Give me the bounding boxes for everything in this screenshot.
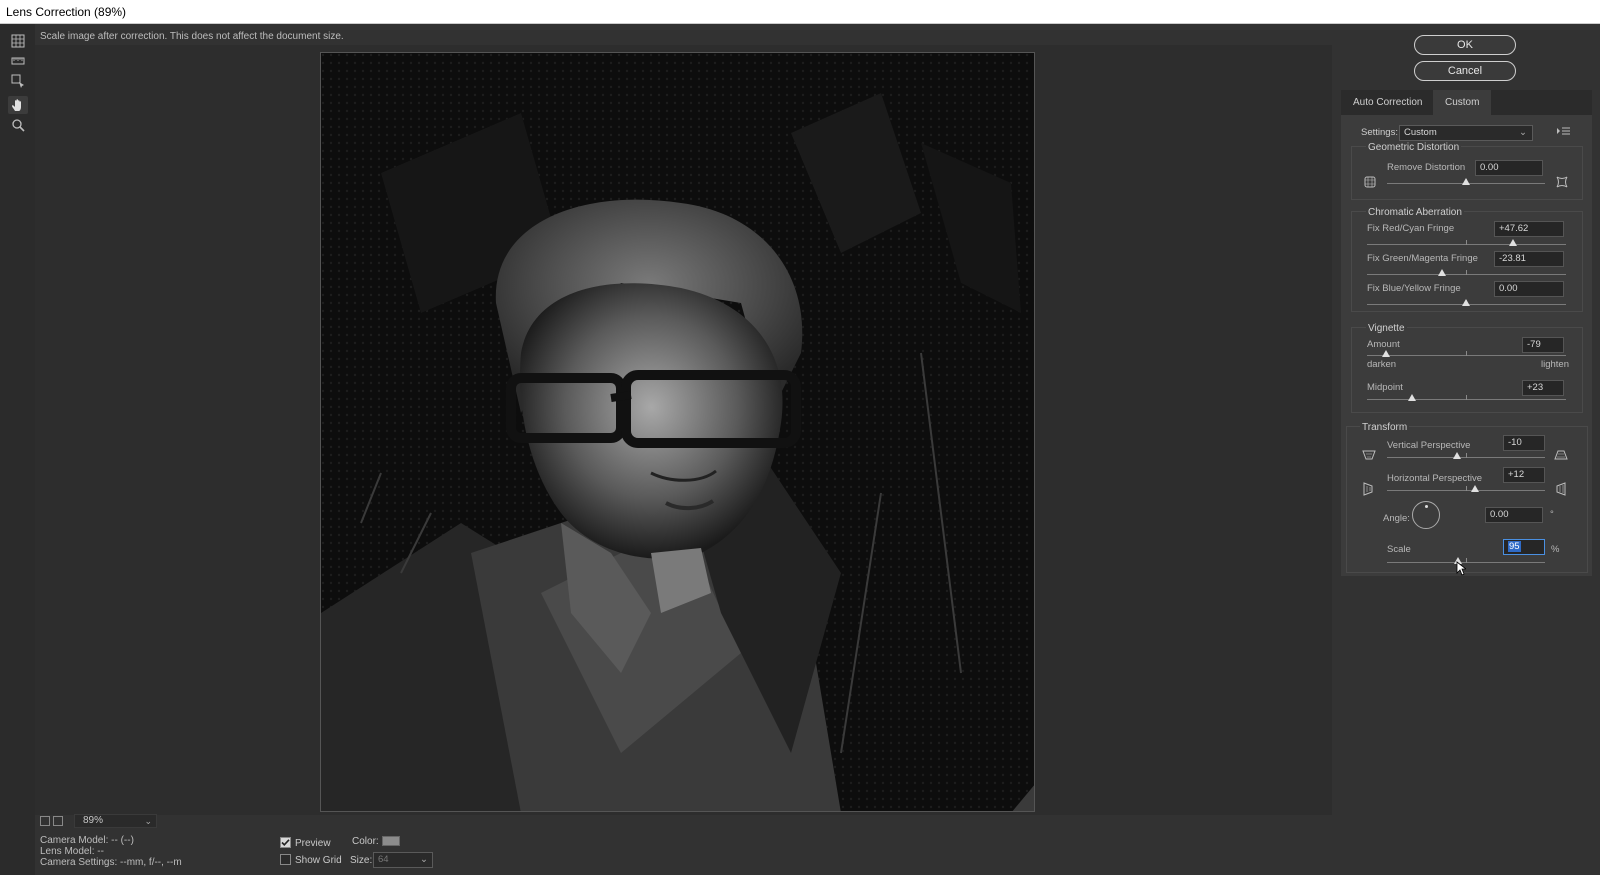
red-cyan-label: Fix Red/Cyan Fringe [1367,223,1455,234]
tab-custom[interactable]: Custom [1433,90,1492,115]
hand-tool-icon[interactable] [8,96,28,114]
angle-dial-indicator [1425,505,1428,508]
mouse-cursor-icon [1456,561,1468,579]
show-grid-checkbox[interactable] [280,854,291,865]
slider-center-tick [1466,453,1467,458]
grid-color-swatch[interactable] [382,836,400,846]
settings-label: Settings: [1361,127,1398,138]
horizontal-perspective-right-icon [1555,482,1567,499]
pincushion-icon [1364,176,1376,191]
settings-menu-icon[interactable] [1556,125,1570,140]
darken-label: darken [1367,359,1397,370]
blue-yellow-field[interactable]: 0.00 [1494,281,1564,297]
remove-distortion-field[interactable]: 0.00 [1475,160,1543,176]
show-grid-label: Show Grid [295,855,342,866]
zoom-level-select[interactable]: 89% ⌄ [74,814,157,828]
grid-size-value: 64 [378,854,389,865]
scale-field-value: 95 [1508,541,1521,552]
zoom-tool-icon[interactable] [8,116,28,134]
move-grid-tool-icon[interactable] [8,72,28,90]
angle-field[interactable]: 0.00 [1485,507,1543,523]
lighten-label: lighten [1541,359,1569,370]
preview-label: Preview [295,838,331,849]
checkmark-icon [281,839,290,846]
green-magenta-label: Fix Green/Magenta Fringe [1367,253,1478,264]
settings-select[interactable]: Custom ⌄ [1399,125,1533,141]
geometric-distortion-title: Geometric Distortion [1366,142,1462,153]
vignette-amount-label: Amount [1367,339,1400,350]
green-magenta-field[interactable]: -23.81 [1494,251,1564,267]
tool-strip [0,24,35,875]
transform-title: Transform [1360,422,1410,433]
blue-yellow-thumb[interactable] [1462,299,1470,306]
slider-center-tick [1466,395,1467,400]
vertical-perspective-left-icon [1362,449,1376,464]
grid-size-select[interactable]: 64 ⌄ [373,852,433,868]
vertical-perspective-thumb[interactable] [1453,452,1461,459]
lens-model-text: Lens Model: -- [40,846,104,857]
zoom-level-value: 89% [83,815,104,826]
zoom-out-button[interactable] [40,816,50,826]
vertical-perspective-right-icon [1554,449,1568,464]
red-cyan-field[interactable]: +47.62 [1494,221,1564,237]
vignette-amount-field[interactable]: -79 [1522,337,1564,353]
scale-unit: % [1551,544,1560,555]
remove-distortion-label: Remove Distortion [1387,162,1466,173]
settings-value: Custom [1404,127,1437,138]
vertical-perspective-field[interactable]: -10 [1503,435,1545,451]
remove-distortion-tool-icon[interactable] [8,32,28,50]
straighten-tool-icon[interactable] [8,52,28,70]
horizontal-perspective-thumb[interactable] [1471,485,1479,492]
tab-auto-correction[interactable]: Auto Correction [1341,90,1434,115]
slider-center-tick [1466,240,1467,245]
angle-dial[interactable] [1412,501,1440,529]
chevron-down-icon: ⌄ [1519,127,1527,138]
horizontal-perspective-label: Horizontal Perspective [1387,473,1483,484]
hint-text: Scale image after correction. This does … [40,31,344,42]
zoom-bar: 89% ⌄ [35,814,215,830]
vignette-midpoint-label: Midpoint [1367,382,1403,393]
slider-center-tick [1466,558,1467,563]
slider-center-tick [1466,270,1467,275]
red-cyan-thumb[interactable] [1509,239,1517,246]
slider-center-tick [1466,486,1467,491]
barrel-icon [1556,176,1568,191]
blue-yellow-label: Fix Blue/Yellow Fringe [1367,283,1461,294]
camera-settings-text: Camera Settings: --mm, f/--, --m [40,857,182,868]
preview-checkbox[interactable] [280,837,291,848]
chromatic-aberration-title: Chromatic Aberration [1366,207,1464,218]
grid-size-label: Size: [350,855,373,866]
scale-field[interactable]: 95 [1503,539,1545,555]
scale-label: Scale [1387,544,1411,555]
geometric-distortion-group [1351,146,1583,200]
tab-bar: Auto Correction Custom [1341,90,1592,115]
ok-button[interactable]: OK [1414,35,1516,55]
slider-center-tick [1466,351,1467,356]
vertical-perspective-label: Vertical Perspective [1387,440,1471,451]
vignette-amount-thumb[interactable] [1382,350,1390,357]
vignette-midpoint-field[interactable]: +23 [1522,380,1564,396]
camera-model-text: Camera Model: -- (--) [40,835,134,846]
angle-label: Angle: [1383,513,1410,524]
cancel-button[interactable]: Cancel [1414,61,1516,81]
vignette-midpoint-thumb[interactable] [1408,394,1416,401]
window-title: Lens Correction (89%) [0,0,1600,24]
chevron-down-icon: ⌄ [420,854,428,865]
zoom-in-button[interactable] [53,816,63,826]
grid-color-label: Color: [352,836,379,847]
chevron-down-icon: ⌄ [144,816,152,826]
remove-distortion-thumb[interactable] [1462,178,1470,185]
horizontal-perspective-field[interactable]: +12 [1503,467,1545,483]
horizontal-perspective-left-icon [1362,482,1374,499]
preview-image[interactable] [320,52,1035,812]
green-magenta-thumb[interactable] [1438,269,1446,276]
vignette-title: Vignette [1366,323,1407,334]
angle-unit: ° [1550,509,1554,520]
